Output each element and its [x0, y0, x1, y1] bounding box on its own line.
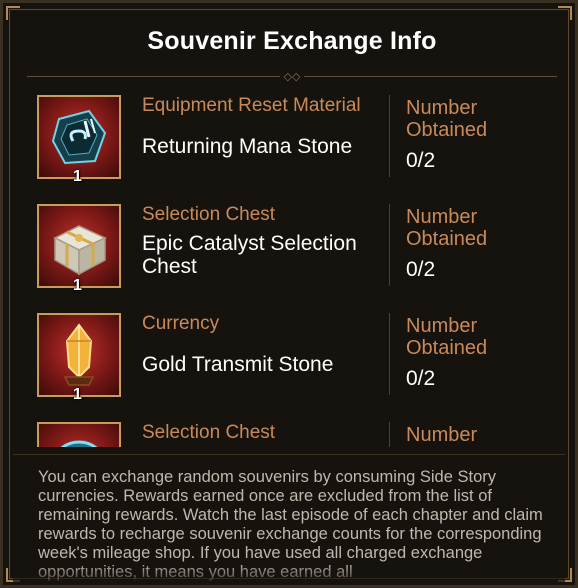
item-icon-frame[interactable] [37, 422, 121, 447]
item-quantity: 1 [73, 386, 82, 403]
item-quantity: 1 [73, 168, 82, 185]
number-obtained-label: Number Obtained [406, 206, 488, 250]
number-obtained-label: Number Obtained [406, 97, 488, 141]
reward-list[interactable]: 1 Equipment Reset Material Returning Man… [33, 87, 553, 447]
item-category: Selection Chest [142, 204, 276, 225]
description-fade [13, 563, 565, 585]
frame-corner [6, 6, 20, 20]
item-quantity: 1 [73, 277, 82, 294]
item-icon-frame[interactable]: 1 [37, 313, 121, 403]
item-category: Selection Chest [142, 422, 276, 443]
section-divider [13, 454, 565, 455]
obtained-count: 0/2 [406, 149, 436, 172]
item-name: Returning Mana Stone [142, 135, 353, 158]
list-item[interactable]: 1 Currency Gold Transmit Stone Number Ob… [33, 305, 553, 414]
frame-corner [558, 6, 572, 20]
selection-chest-icon [60, 440, 98, 447]
chest-icon [53, 225, 107, 276]
number-obtained-label: Number Obtained [406, 315, 488, 359]
souvenir-exchange-panel: Souvenir Exchange Info ◇◇ 1 Equipment Re… [0, 0, 578, 588]
item-icon-frame[interactable]: 1 [37, 204, 121, 294]
column-divider [389, 95, 390, 177]
column-divider [389, 204, 390, 286]
mana-stone-icon [51, 109, 107, 165]
column-divider [389, 313, 390, 395]
column-divider [389, 422, 390, 447]
number-obtained-label: Number [406, 424, 478, 446]
divider-ornament-icon: ◇◇ [280, 70, 304, 84]
list-item[interactable]: 1 Selection Chest Epic Catalyst Selectio… [33, 196, 553, 305]
obtained-count: 0/2 [406, 258, 436, 281]
list-item[interactable]: 1 Equipment Reset Material Returning Man… [33, 87, 553, 196]
item-category: Currency [142, 313, 220, 334]
gold-stone-icon [63, 323, 95, 386]
item-name: Gold Transmit Stone [142, 353, 334, 376]
obtained-count: 0/2 [406, 367, 436, 390]
item-name: Epic Catalyst Selection Chest [142, 232, 357, 278]
list-item[interactable]: Selection Chest Number [33, 414, 553, 447]
item-icon-frame[interactable]: 1 [37, 95, 121, 185]
item-category: Equipment Reset Material [142, 95, 361, 116]
panel-title: Souvenir Exchange Info [147, 27, 437, 55]
